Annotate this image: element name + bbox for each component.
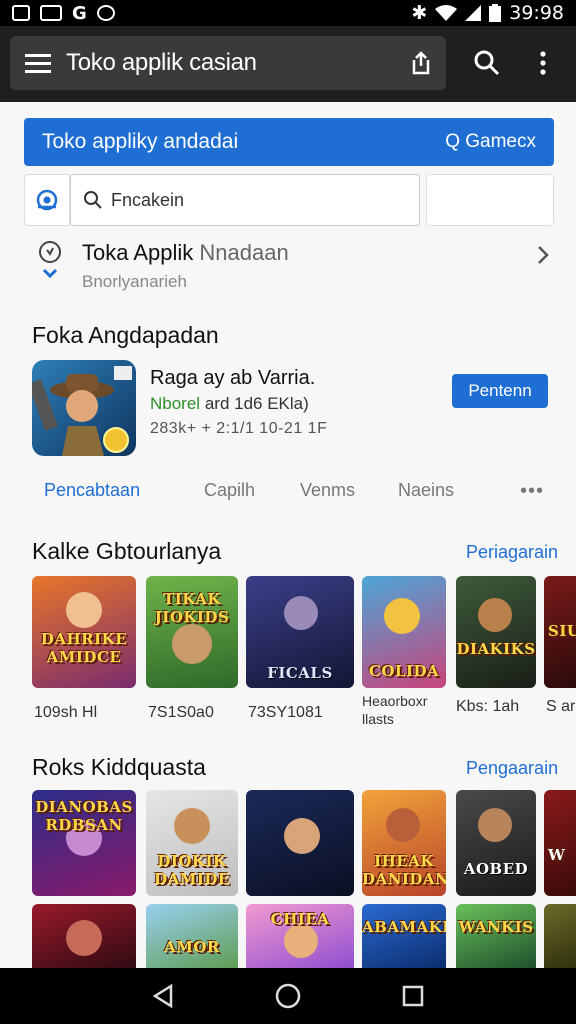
section3-link[interactable]: Pengaarain — [466, 758, 558, 779]
wifi-icon — [435, 5, 458, 21]
game-tile[interactable]: DAHRIKE AMIDCE — [32, 576, 136, 688]
tile-label: 73SY1081 — [248, 704, 323, 721]
tile-art-text: TIKAK JIOKIDS — [154, 590, 230, 626]
game-tile[interactable]: W — [544, 790, 576, 896]
search-icon[interactable] — [462, 36, 512, 90]
tab-capilh[interactable]: Capilh — [204, 480, 255, 501]
more-horiz-icon[interactable]: ••• — [520, 480, 544, 503]
notification-icon — [12, 5, 30, 21]
game-tile[interactable]: ABAMAKIS — [362, 904, 446, 968]
tile-art-text: W — [548, 846, 566, 864]
game-tile[interactable]: WANKIS — [456, 904, 536, 968]
featured-app-name[interactable]: Raga ay ab Varria. — [150, 367, 315, 390]
tile-art-text: DIANOBAS RDBSAN — [35, 798, 133, 834]
tile-label: Heaorboxr llasts — [362, 693, 428, 727]
circle-icon — [96, 5, 115, 21]
tile-label: 7S1S0a0 — [148, 704, 214, 721]
install-button[interactable]: Pentenn — [452, 374, 548, 408]
tile-art-text: DIOKIK DAMIDE — [154, 852, 230, 888]
filter-extra-field[interactable] — [426, 174, 554, 226]
info-subtitle: Bnorlyanarieh — [82, 272, 187, 291]
game-tile[interactable]: IHEAK DANIDAN — [362, 790, 446, 896]
main-content[interactable]: Toko appliky andadai Q Gamecx Fncakein T… — [0, 102, 576, 968]
info-title: Toka Applik — [82, 240, 194, 265]
meta-green: Nborel — [150, 394, 201, 413]
meta-dark: ard 1d6 EKla) — [204, 394, 309, 413]
system-nav-bar — [0, 968, 576, 1024]
tab-pencabtaan[interactable]: Pencabtaan — [44, 480, 140, 501]
sync-icon: G — [72, 2, 87, 24]
app-bar: Toko applik casian — [0, 26, 576, 102]
tab-naeins[interactable]: Naeins — [398, 480, 454, 501]
tile-art-text: AMOR — [164, 938, 220, 956]
store-info-row[interactable]: Toka Applik Nnadaan Bnorlyanarieh — [24, 232, 554, 298]
app-title: Toko applik casian — [66, 49, 257, 76]
search-placeholder: Fncakein — [111, 189, 185, 210]
section3-title: Roks Kiddquasta — [32, 754, 206, 780]
status-bar: G ✱ 39:98 — [0, 0, 576, 26]
more-vert-icon[interactable] — [518, 36, 568, 90]
tile-art-text: IHEAK DANIDAN — [362, 852, 446, 888]
filter-icon — [36, 189, 58, 211]
chevron-right-icon — [538, 246, 549, 264]
bluetooth-icon: ✱ — [411, 2, 428, 24]
banner-link[interactable]: Q Gamecx — [445, 131, 536, 153]
app-search-box[interactable]: Toko applik casian — [10, 36, 446, 90]
game-tile[interactable] — [32, 904, 136, 968]
section2-link[interactable]: Periagarain — [466, 542, 558, 563]
tile-art-text: CHIEA — [270, 910, 330, 928]
image-icon — [40, 5, 62, 21]
filter-toggle[interactable] — [24, 174, 70, 226]
share-icon[interactable] — [396, 36, 446, 90]
status-time: 39:98 — [509, 2, 564, 24]
game-tile[interactable]: DIOKIK DAMIDE — [146, 790, 238, 896]
filter-row: Fncakein — [24, 174, 554, 226]
tile-label: 109sh Hl — [34, 704, 98, 721]
section2-title: Kalke Gbtourlanya — [32, 538, 222, 564]
store-banner[interactable]: Toko appliky andadai Q Gamecx — [24, 118, 554, 166]
signal-icon — [465, 5, 482, 21]
recents-icon[interactable] — [388, 971, 438, 1021]
game-tile[interactable]: DIANOBAS RDBSAN — [32, 790, 136, 896]
game-tile[interactable]: DIAKIKS — [456, 576, 536, 688]
home-icon[interactable] — [263, 971, 313, 1021]
game-tile[interactable]: AOBED — [456, 790, 536, 896]
tile-label: Kbs: 1ah — [456, 698, 520, 715]
game-tile[interactable]: FICALS — [246, 576, 354, 688]
game-tile[interactable] — [246, 790, 354, 896]
game-tile[interactable] — [544, 904, 576, 968]
menu-icon[interactable] — [10, 36, 66, 90]
tab-venms[interactable]: Venms — [300, 480, 355, 501]
info-title-suffix: Nnadaan — [199, 240, 289, 265]
back-icon[interactable] — [138, 971, 188, 1021]
game-tile[interactable]: COLIDA — [362, 576, 446, 688]
banner-title: Toko appliky andadai — [42, 130, 239, 153]
battery-icon — [489, 4, 502, 22]
tile-art-text: ABAMAKIS — [362, 918, 446, 936]
category-tabs: Pencabtaan Capilh Venms Naeins ••• — [0, 472, 576, 512]
search-input[interactable]: Fncakein — [70, 174, 420, 226]
featured-section-title: Foka Angdapadan — [32, 322, 219, 348]
tile-art-text: SIUE — [548, 622, 576, 640]
badge-icon — [39, 241, 61, 279]
tile-label: S ar — [546, 698, 576, 715]
featured-app-meta: Nborel ard 1d6 EKla) — [150, 394, 309, 414]
featured-app-icon[interactable] — [32, 360, 136, 456]
search-icon — [84, 191, 102, 209]
game-tile[interactable]: AMOR — [146, 904, 238, 968]
game-tile[interactable]: SIUE — [544, 576, 576, 688]
tile-art-text: DAHRIKE AMIDCE — [40, 630, 128, 666]
tile-art-text: FICALS — [267, 664, 333, 682]
tile-art-text: DIAKIKS — [456, 640, 536, 658]
game-tile[interactable]: TIKAK JIOKIDS — [146, 576, 238, 688]
game-tile[interactable]: CHIEA — [246, 904, 354, 968]
tile-art-text: COLIDA — [368, 662, 440, 680]
featured-app-stats: 283k+ + 2:1/1 10-21 1F — [150, 420, 328, 437]
tile-art-text: AOBED — [463, 860, 529, 878]
tile-art-text: WANKIS — [458, 918, 534, 936]
